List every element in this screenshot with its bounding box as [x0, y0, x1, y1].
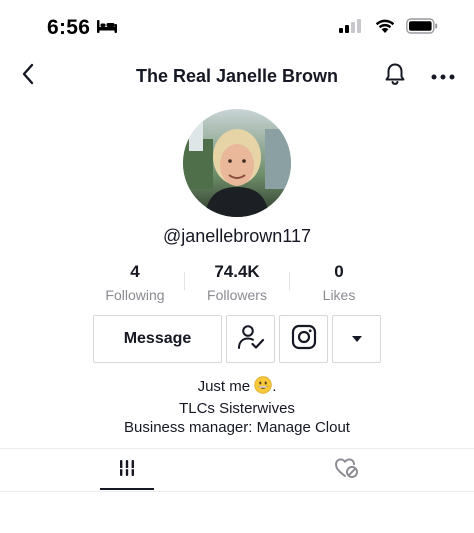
- caret-down-icon: [351, 330, 363, 348]
- grinning-face-icon: [254, 376, 272, 399]
- bell-icon: [384, 62, 406, 91]
- bio-text: Just me: [197, 378, 251, 395]
- bio-line-2: TLCs Sisterwives: [179, 400, 295, 417]
- stat-value: 4: [130, 262, 140, 281]
- bio-line-1: Just me .: [0, 376, 474, 399]
- tabs-divider: [0, 448, 474, 449]
- stat-value: 74.4K: [214, 262, 260, 281]
- stat-label: Following: [105, 287, 165, 303]
- stat-divider: [184, 272, 185, 290]
- following-button[interactable]: [226, 315, 275, 363]
- status-time: 6:56: [47, 16, 91, 39]
- stat-value: 0: [334, 262, 344, 281]
- stat-following[interactable]: 4 Following: [85, 262, 185, 304]
- battery-icon: [406, 18, 438, 39]
- notifications-button[interactable]: [381, 62, 409, 90]
- wifi-icon: [374, 18, 396, 39]
- message-button[interactable]: Message: [93, 315, 222, 363]
- stat-likes[interactable]: 0 Likes: [289, 262, 389, 304]
- signal-icon: [338, 18, 364, 39]
- avatar[interactable]: [183, 109, 291, 217]
- instagram-icon: [291, 324, 317, 355]
- tab-videos[interactable]: [100, 449, 154, 491]
- bio-text-suffix: .: [272, 378, 277, 395]
- tab-liked[interactable]: [320, 449, 374, 491]
- stat-label: Followers: [207, 287, 267, 303]
- videos-grid-icon: [117, 458, 137, 483]
- bed-icon: [96, 18, 118, 39]
- bio: Just me . TLCs Sisterwives Business mana…: [0, 376, 474, 437]
- active-tab-indicator: [100, 488, 154, 490]
- status-bar: 6:56: [0, 0, 474, 56]
- instagram-button[interactable]: [279, 315, 328, 363]
- username: @janellebrown117: [162, 226, 312, 246]
- more-dots-icon: [431, 67, 455, 85]
- stat-label: Likes: [322, 287, 356, 303]
- person-check-icon: [237, 324, 265, 355]
- suggested-accounts-button[interactable]: [332, 315, 381, 363]
- bio-line-3: Business manager: Manage Clout: [124, 419, 350, 436]
- stat-followers[interactable]: 74.4K Followers: [187, 262, 287, 304]
- more-options-button[interactable]: [428, 62, 458, 90]
- tabs-bottom-divider: [0, 491, 474, 492]
- liked-hidden-icon: [334, 457, 360, 484]
- nav-bar: The Real Janelle Brown: [0, 56, 474, 96]
